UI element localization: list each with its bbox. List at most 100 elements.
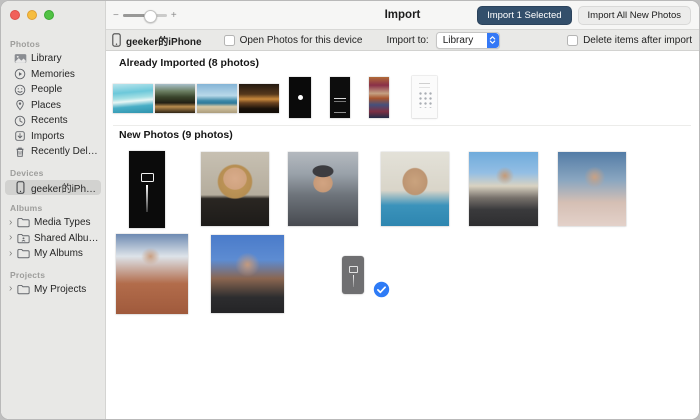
import-to-label: Import to: bbox=[386, 35, 428, 46]
selected-check-icon bbox=[372, 280, 391, 299]
pink-top-woman-photo[interactable] bbox=[558, 152, 626, 226]
open-photos-label: Open Photos for this device bbox=[240, 35, 363, 46]
sidebar-section-header-devices: Devices bbox=[1, 167, 105, 180]
sidebar-item-people[interactable]: People bbox=[5, 82, 101, 98]
blonde-woman-photo[interactable] bbox=[201, 152, 269, 226]
window-controls bbox=[10, 10, 54, 20]
connect-screen-photo[interactable] bbox=[129, 151, 165, 228]
delete-items-group: Delete items after import bbox=[567, 35, 692, 46]
laptop-small-glyph bbox=[342, 256, 364, 294]
sidebar-item-shared-albums[interactable]: › Shared Albums bbox=[5, 231, 101, 247]
people-icon bbox=[13, 84, 27, 96]
white-dot-glyph bbox=[289, 77, 311, 118]
rust-blazer-woman-photo[interactable] bbox=[116, 234, 188, 314]
shared-folder-icon bbox=[16, 233, 30, 244]
beanie-selfie-photo[interactable] bbox=[288, 152, 358, 226]
sidebar-item-label: Media Types bbox=[34, 217, 91, 228]
folder-icon bbox=[16, 217, 30, 228]
disclosure-chevron-icon[interactable]: › bbox=[9, 233, 16, 243]
gray-phone-screenshot-photo[interactable] bbox=[342, 256, 364, 294]
sidebar-item-label: Library bbox=[31, 53, 62, 64]
sidebar-item-imports[interactable]: Imports bbox=[5, 129, 101, 145]
sidebar-section-header-albums: Albums bbox=[1, 202, 105, 215]
sunset-beach-photo[interactable] bbox=[239, 84, 279, 113]
disclosure-chevron-icon[interactable]: › bbox=[9, 249, 16, 259]
app-screenshot-photo[interactable] bbox=[369, 77, 389, 118]
tropical-beach-photo[interactable] bbox=[155, 84, 195, 113]
iphone-icon bbox=[13, 181, 27, 194]
keypad-glyph bbox=[412, 76, 437, 118]
library-icon bbox=[13, 53, 27, 64]
close-button[interactable] bbox=[10, 10, 20, 20]
photos-app-window: Photos Library Memories People Places Recents… bbox=[0, 0, 700, 420]
sidebar-item-memories[interactable]: Memories bbox=[5, 67, 101, 83]
sidebar-item-label: geeker的iPhone bbox=[31, 180, 99, 195]
sidebar-item-media-types[interactable]: › Media Types bbox=[5, 215, 101, 231]
sidebar-item-label: My Albums bbox=[34, 248, 83, 259]
sidebar-item-geeker-iphone[interactable]: geeker的iPhone bbox=[5, 180, 101, 196]
disclosure-chevron-icon[interactable]: › bbox=[9, 284, 16, 294]
import-to-select[interactable]: Library bbox=[436, 32, 500, 49]
sidebar: Photos Library Memories People Places Recents… bbox=[1, 1, 106, 419]
sidebar-item-label: Places bbox=[31, 100, 61, 111]
sunglasses-man-photo[interactable] bbox=[211, 235, 284, 313]
new-photos-title: New Photos (9 photos) bbox=[119, 129, 233, 141]
import-content: Already Imported (8 photos) New Photos (… bbox=[106, 51, 699, 419]
peace-sign-man-photo[interactable] bbox=[469, 152, 538, 226]
sidebar-item-library[interactable]: Library bbox=[5, 51, 101, 67]
sidebar-item-label: Recently Deleted bbox=[31, 146, 99, 157]
fullscreen-button[interactable] bbox=[44, 10, 54, 20]
sidebar-item-places[interactable]: Places bbox=[5, 98, 101, 114]
zoom-out-icon[interactable]: − bbox=[113, 10, 119, 21]
already-imported-title: Already Imported (8 photos) bbox=[119, 57, 259, 69]
wave-beach-photo[interactable] bbox=[113, 84, 153, 113]
sidebar-section-header-photos: Photos bbox=[1, 38, 105, 51]
toolbar-buttons: Import 1 Selected Import All New Photos bbox=[477, 1, 691, 29]
minimize-button[interactable] bbox=[27, 10, 37, 20]
slider-track[interactable] bbox=[123, 14, 167, 17]
folder-icon bbox=[16, 284, 30, 295]
import-all-button[interactable]: Import All New Photos bbox=[578, 6, 691, 25]
iphone-icon bbox=[112, 33, 121, 47]
select-stepper-icon bbox=[487, 33, 499, 48]
import-selected-button[interactable]: Import 1 Selected bbox=[477, 6, 571, 25]
dark-screenshot-photo[interactable] bbox=[330, 77, 350, 118]
sidebar-item-label: Memories bbox=[31, 69, 75, 80]
memories-icon bbox=[13, 68, 27, 80]
delete-items-checkbox[interactable] bbox=[567, 35, 578, 46]
sidebar-item-label: Recents bbox=[31, 115, 68, 126]
sidebar-item-recents[interactable]: Recents bbox=[5, 113, 101, 129]
sidebar-nav: Photos Library Memories People Places Recents… bbox=[1, 31, 105, 297]
places-icon bbox=[13, 99, 27, 111]
blue-sky-beach-photo[interactable] bbox=[197, 84, 237, 113]
section-divider bbox=[113, 125, 691, 126]
folder-icon bbox=[16, 248, 30, 259]
sidebar-item-label: People bbox=[31, 84, 62, 95]
black-screenshot-photo[interactable] bbox=[289, 77, 311, 118]
sidebar-item-my-albums[interactable]: › My Albums bbox=[5, 246, 101, 262]
thumbnail-zoom-slider[interactable]: − + bbox=[113, 10, 177, 21]
sidebar-item-my-projects[interactable]: › My Projects bbox=[5, 282, 101, 298]
slider-knob[interactable] bbox=[144, 10, 157, 23]
page-title: Import bbox=[385, 1, 421, 29]
zoom-in-icon[interactable]: + bbox=[171, 10, 177, 21]
text-lines-glyph bbox=[330, 77, 350, 118]
imports-icon bbox=[13, 130, 27, 142]
import-to-value: Library bbox=[443, 35, 483, 46]
toolbar: − + Import Import 1 Selected Import All … bbox=[106, 1, 699, 29]
sidebar-item-label: Imports bbox=[31, 131, 64, 142]
keypad-screenshot-photo[interactable] bbox=[412, 76, 437, 118]
disclosure-chevron-icon[interactable]: › bbox=[9, 218, 16, 228]
sidebar-item-label: Shared Albums bbox=[34, 233, 99, 244]
blue-shirt-man-photo[interactable] bbox=[381, 152, 449, 226]
sidebar-item-recently-deleted[interactable]: Recently Deleted bbox=[5, 144, 101, 160]
laptop-glyph bbox=[129, 151, 165, 228]
device-bar: geeker的iPhone Open Photos for this devic… bbox=[106, 29, 699, 51]
open-photos-checkbox[interactable] bbox=[224, 35, 235, 46]
sidebar-section-header-projects: Projects bbox=[1, 269, 105, 282]
trash-icon bbox=[13, 146, 27, 158]
recents-icon bbox=[13, 115, 27, 127]
device-name: geeker的iPhone bbox=[126, 33, 202, 48]
delete-items-label: Delete items after import bbox=[583, 35, 692, 46]
sidebar-item-label: My Projects bbox=[34, 284, 86, 295]
